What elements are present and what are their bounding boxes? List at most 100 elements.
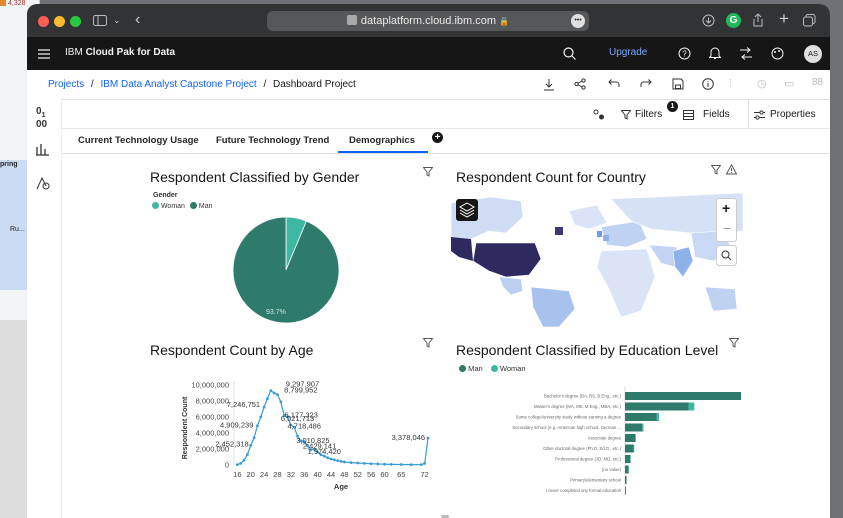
- panel-filter-icon[interactable]: [711, 165, 721, 175]
- fields-button[interactable]: Fields: [683, 100, 749, 129]
- palette-icon[interactable]: [771, 47, 784, 60]
- education-bar-man: [625, 402, 689, 411]
- share-icon[interactable]: [574, 78, 586, 90]
- education-bar-man: [625, 444, 634, 453]
- education-category-label: Master's degree (MA, MS, M.Eng., MBA, et…: [534, 404, 622, 409]
- filters-label: Filters: [635, 109, 663, 120]
- age-data-point: [256, 424, 259, 428]
- education-bar-man: [625, 434, 636, 442]
- x-tick-label: 48: [340, 470, 348, 479]
- lock-icon: 🔒: [499, 17, 510, 26]
- age-data-label: 3,378,046: [392, 433, 425, 442]
- legend-label-man: Man: [198, 203, 213, 210]
- map-search-icon[interactable]: [716, 245, 737, 266]
- back-icon[interactable]: ‹: [135, 11, 140, 29]
- zoom-out-button[interactable]: −: [723, 220, 731, 236]
- grammarly-icon[interactable]: G: [726, 13, 741, 28]
- zoom-in-button[interactable]: +: [722, 200, 730, 216]
- education-category-label: Some college/university study without ea…: [516, 415, 622, 420]
- x-tick-label: 16: [233, 470, 241, 479]
- panel-filter-icon[interactable]: [423, 167, 433, 177]
- tab-demographics[interactable]: Demographics: [338, 135, 428, 153]
- filter-icon: [621, 110, 631, 120]
- y-tick-label: 4,000,000: [196, 429, 229, 438]
- education-bar-man: [625, 392, 741, 400]
- education-category-label: Other doctoral degree (Ph.D, Ed.D., etc.…: [543, 446, 621, 451]
- warning-icon: [726, 164, 737, 175]
- switcher-icon[interactable]: [739, 47, 753, 60]
- age-data-point: [266, 397, 269, 400]
- search-icon[interactable]: [563, 47, 576, 60]
- overview-icon[interactable]: 01 00: [36, 107, 47, 130]
- upgrade-link[interactable]: Upgrade: [609, 47, 647, 58]
- hamburger-menu-icon[interactable]: [38, 49, 50, 59]
- avatar[interactable]: AS: [804, 45, 822, 63]
- help-icon[interactable]: ?: [678, 47, 691, 60]
- age-data-point: [423, 462, 427, 465]
- properties-button[interactable]: Properties: [754, 100, 830, 129]
- x-tick-label: 32: [287, 470, 295, 479]
- redo-icon[interactable]: [640, 79, 652, 89]
- country-map[interactable]: [451, 191, 743, 327]
- download-icon[interactable]: [543, 78, 555, 91]
- legend-swatch-woman: [152, 202, 159, 209]
- tab-overview-icon[interactable]: [803, 14, 816, 27]
- app-header: IBM Cloud Pak for Data Upgrade ? AS: [27, 37, 830, 70]
- undo-icon[interactable]: [608, 79, 620, 89]
- map-zoom-control: + −: [716, 198, 737, 242]
- panel-filter-icon[interactable]: [423, 338, 433, 348]
- legend-swatch-man: [189, 202, 197, 209]
- filter-indicator-icon[interactable]: [593, 109, 605, 120]
- age-data-label: 4,718,486: [288, 421, 321, 430]
- sidebar-toggle-icon[interactable]: [93, 15, 107, 26]
- x-tick-label: 20: [247, 470, 255, 479]
- age-line-chart: 02,000,0004,000,0006,000,0008,000,00010,…: [182, 380, 430, 491]
- map-layers-icon[interactable]: [456, 199, 478, 221]
- save-icon[interactable]: [672, 78, 684, 90]
- tab-future-technology-trend[interactable]: Future Technology Trend: [216, 135, 329, 146]
- minimize-window-button[interactable]: [54, 16, 65, 27]
- age-data-point: [239, 462, 243, 465]
- age-data-point: [419, 463, 423, 467]
- x-tick-label: 56: [367, 470, 375, 479]
- age-data-point: [336, 459, 340, 462]
- age-data-point: [329, 457, 333, 461]
- zoom-window-button[interactable]: [70, 16, 81, 27]
- legend-label-woman: Woman: [499, 364, 526, 373]
- x-tick-label: 40: [313, 470, 321, 479]
- gender-pie-chart: 93.7%: [232, 216, 340, 324]
- page-menu-icon[interactable]: •••: [571, 14, 585, 28]
- panel-filter-icon[interactable]: [729, 338, 739, 348]
- visualization-icon[interactable]: [36, 177, 50, 190]
- age-data-point: [376, 462, 380, 466]
- education-bar-man: [625, 413, 657, 421]
- bar-chart-icon[interactable]: [36, 143, 50, 156]
- comment-icon: ▭: [784, 78, 795, 90]
- fields-label: Fields: [703, 109, 730, 120]
- tab-current-technology-usage[interactable]: Current Technology Usage: [78, 135, 199, 146]
- age-data-point: [363, 462, 366, 465]
- chevron-down-icon[interactable]: ⌄: [113, 15, 121, 26]
- legend-label-woman: Woman: [160, 203, 185, 210]
- age-data-label: 7,246,751: [227, 400, 260, 409]
- add-tab-icon[interactable]: +: [432, 132, 443, 143]
- y-tick-label: 0: [225, 461, 229, 470]
- close-window-button[interactable]: [38, 16, 49, 27]
- breadcrumb-projects-link[interactable]: Projects: [48, 79, 84, 90]
- share-icon[interactable]: [752, 13, 764, 27]
- age-data-point: [356, 461, 360, 465]
- notification-icon[interactable]: [709, 46, 721, 60]
- education-bar-man: [625, 486, 626, 495]
- breadcrumb-project-link[interactable]: IBM Data Analyst Capstone Project: [100, 79, 256, 90]
- age-data-label: 4,909,239: [220, 421, 253, 430]
- info-icon[interactable]: [702, 78, 714, 90]
- download-icon[interactable]: [702, 14, 715, 27]
- gender-panel-title: Respondent Classified by Gender: [150, 169, 360, 185]
- age-data-point: [252, 436, 256, 440]
- new-tab-icon[interactable]: +: [779, 9, 789, 29]
- address-bar[interactable]: dataplatform.cloud.ibm.com 🔒 •••: [267, 11, 589, 31]
- pie-data-label: 93.7%: [266, 309, 286, 316]
- age-data-point: [399, 463, 403, 466]
- x-tick-label: 72: [420, 470, 428, 479]
- y-axis-title: Respondent Count: [182, 396, 189, 459]
